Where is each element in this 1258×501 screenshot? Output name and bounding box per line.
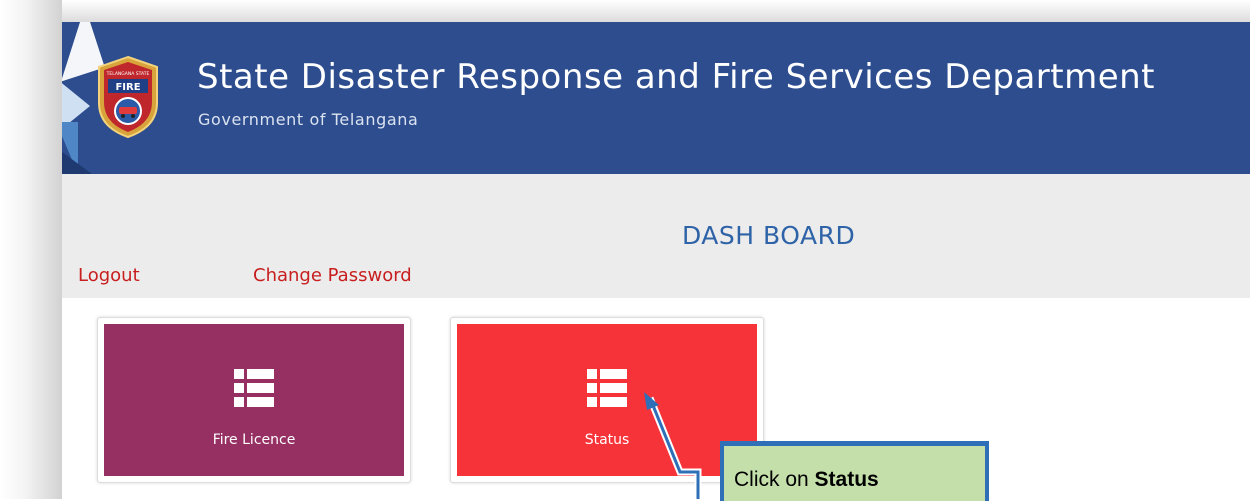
fire-licence-card: Fire Licence bbox=[97, 317, 411, 483]
site-title: State Disaster Response and Fire Service… bbox=[197, 57, 1156, 97]
window-frame-left bbox=[0, 0, 62, 499]
window-frame-top bbox=[0, 0, 1258, 22]
status-card: Status bbox=[450, 317, 764, 483]
logo-text: FIRE bbox=[115, 82, 140, 93]
status-tile[interactable]: Status bbox=[457, 324, 757, 476]
change-password-link[interactable]: Change Password bbox=[253, 265, 412, 286]
callout-target: Status bbox=[814, 468, 879, 491]
instruction-callout: Click on Status bbox=[720, 441, 989, 501]
app-window: FIRE TELANGANA STATE State Disaster Resp… bbox=[62, 22, 1250, 499]
window-frame-right bbox=[1250, 0, 1258, 499]
list-icon bbox=[234, 369, 274, 407]
callout-prefix: Click on bbox=[734, 468, 815, 491]
dashboard-band: DASH BOARD Logout Change Password bbox=[62, 174, 1250, 298]
fire-licence-tile[interactable]: Fire Licence bbox=[104, 324, 404, 476]
list-icon bbox=[587, 369, 627, 407]
header-decoration bbox=[62, 152, 92, 174]
page-title: DASH BOARD bbox=[682, 221, 856, 250]
fire-services-logo: FIRE TELANGANA STATE bbox=[98, 55, 158, 139]
site-header: FIRE TELANGANA STATE State Disaster Resp… bbox=[62, 22, 1250, 174]
site-subtitle: Government of Telangana bbox=[198, 110, 419, 129]
logout-link[interactable]: Logout bbox=[78, 265, 140, 286]
status-label: Status bbox=[584, 432, 630, 448]
logo-ring-text: TELANGANA STATE bbox=[106, 71, 150, 77]
fire-licence-label: Fire Licence bbox=[212, 432, 296, 448]
callout-text: Click on Status bbox=[734, 468, 879, 492]
